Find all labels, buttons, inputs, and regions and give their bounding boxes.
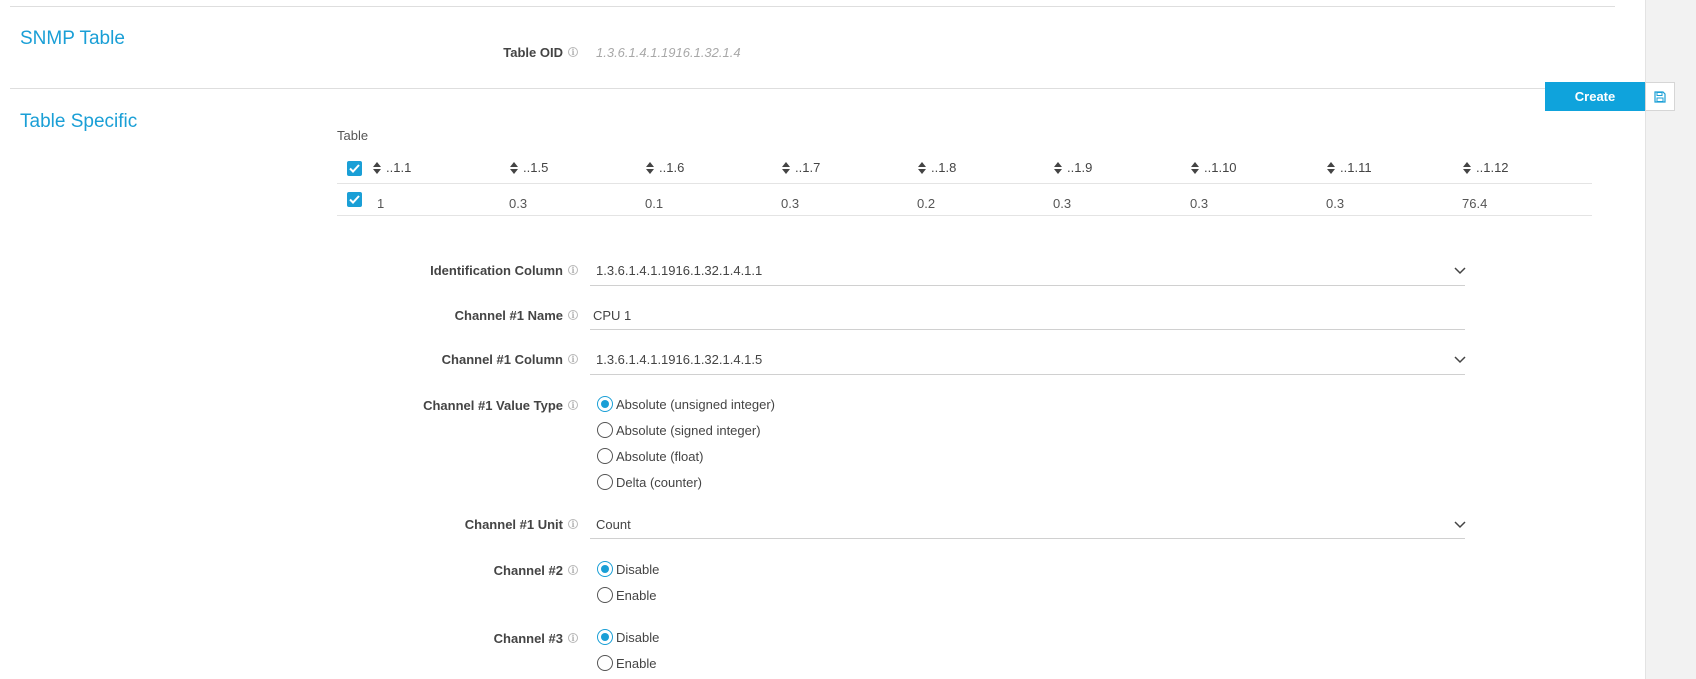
column-header[interactable]: ..1.12	[1462, 160, 1509, 175]
table-cell: 0.3	[781, 196, 800, 211]
column-header-label: ..1.5	[523, 160, 549, 175]
checkmark-icon	[349, 164, 360, 173]
table-cell: 0.2	[917, 196, 936, 211]
chevron-down-icon[interactable]	[1454, 521, 1466, 529]
radio-indicator	[597, 448, 613, 464]
column-header[interactable]: ..1.9	[1053, 160, 1092, 175]
top-divider	[10, 6, 1615, 7]
sort-icon	[510, 162, 518, 174]
info-icon[interactable]: i	[568, 633, 578, 643]
radio-indicator	[597, 655, 613, 671]
column-header[interactable]: ..1.1	[372, 160, 411, 175]
table-cell: 1	[377, 196, 385, 211]
radio-channel2-disable[interactable]: Disable	[597, 561, 659, 577]
sort-icon	[646, 162, 654, 174]
identification-column-label: Identification Column i	[430, 263, 578, 278]
column-header[interactable]: ..1.6	[645, 160, 684, 175]
channel1-unit-label: Channel #1 Unit i	[465, 517, 578, 532]
info-icon[interactable]: i	[568, 354, 578, 364]
row-checkbox[interactable]	[347, 192, 362, 207]
column-header[interactable]: ..1.10	[1190, 160, 1237, 175]
column-header-label: ..1.9	[1067, 160, 1093, 175]
info-icon[interactable]: i	[568, 519, 578, 529]
column-header[interactable]: ..1.11	[1326, 160, 1372, 175]
identification-column-select[interactable]: 1.3.6.1.4.1.1916.1.32.1.4.1.1	[596, 263, 762, 278]
table-oid-label: Table OID i	[503, 45, 578, 60]
channel1-column-label: Channel #1 Column i	[442, 352, 578, 367]
radio-channel2-enable[interactable]: Enable	[597, 587, 656, 603]
column-header-label: ..1.11	[1340, 160, 1372, 175]
column-header-label: ..1.10	[1204, 160, 1237, 175]
channel1-column-underline	[590, 374, 1465, 375]
chevron-down-icon[interactable]	[1454, 356, 1466, 364]
channel2-label: Channel #2 i	[494, 563, 578, 578]
sort-icon	[1191, 162, 1199, 174]
table-cell: 0.1	[645, 196, 664, 211]
info-icon[interactable]: i	[568, 400, 578, 410]
table-caption: Table	[337, 128, 369, 143]
sort-icon	[918, 162, 926, 174]
select-all-checkbox[interactable]	[347, 161, 362, 176]
table-cell: 0.3	[1190, 196, 1209, 211]
table-oid-value: 1.3.6.1.4.1.1916.1.32.1.4	[596, 45, 741, 60]
radio-indicator	[597, 629, 613, 645]
table-cell: 76.4	[1462, 196, 1488, 211]
column-header-label: ..1.6	[659, 160, 685, 175]
channel1-name-underline	[590, 329, 1465, 330]
section-title-snmp-table: SNMP Table	[20, 28, 125, 49]
table-row: 1 0.3 0.1 0.3 0.2 0.3 0.3 0.3 76.4	[337, 184, 1592, 216]
sort-icon	[782, 162, 790, 174]
checkmark-icon	[349, 195, 360, 204]
column-header-label: ..1.7	[795, 160, 821, 175]
channel3-label: Channel #3 i	[494, 631, 578, 646]
info-icon[interactable]: i	[568, 47, 578, 57]
snmp-data-table: ..1.1 ..1.5 ..1.6 ..1.7 ..1.8 ..1.9 ..1.10 ..1.…	[337, 152, 1592, 216]
radio-indicator	[597, 587, 613, 603]
info-icon[interactable]: i	[568, 310, 578, 320]
channel1-unit-select[interactable]: Count	[596, 517, 631, 532]
section-title-table-specific: Table Specific	[20, 111, 138, 132]
table-cell: 0.3	[509, 196, 528, 211]
column-header-label: ..1.1	[386, 160, 412, 175]
radio-channel3-disable[interactable]: Disable	[597, 629, 659, 645]
table-cell: 0.3	[1053, 196, 1072, 211]
sort-icon	[1054, 162, 1062, 174]
table-cell: 0.3	[1326, 196, 1345, 211]
sort-icon	[1327, 162, 1335, 174]
radio-indicator	[597, 396, 613, 412]
radio-delta-counter[interactable]: Delta (counter)	[597, 474, 702, 490]
chevron-down-icon[interactable]	[1454, 267, 1466, 275]
sort-icon	[373, 162, 381, 174]
radio-indicator	[597, 474, 613, 490]
save-button[interactable]	[1645, 82, 1675, 111]
identification-column-underline	[590, 285, 1465, 286]
column-header-label: ..1.8	[931, 160, 957, 175]
radio-channel3-enable[interactable]: Enable	[597, 655, 656, 671]
column-header[interactable]: ..1.8	[917, 160, 956, 175]
sort-icon	[1463, 162, 1471, 174]
channel1-column-select[interactable]: 1.3.6.1.4.1.1916.1.32.1.4.1.5	[596, 352, 762, 367]
column-header[interactable]: ..1.7	[781, 160, 820, 175]
info-icon[interactable]: i	[568, 565, 578, 575]
channel1-value-type-label: Channel #1 Value Type i	[423, 398, 578, 413]
info-icon[interactable]: i	[568, 265, 578, 275]
column-header-label: ..1.12	[1476, 160, 1509, 175]
radio-absolute-float[interactable]: Absolute (float)	[597, 448, 703, 464]
channel1-name-input[interactable]: CPU 1	[593, 308, 631, 323]
radio-indicator	[597, 561, 613, 577]
channel1-unit-underline	[590, 538, 1465, 539]
radio-indicator	[597, 422, 613, 438]
section-divider	[10, 88, 1545, 89]
radio-absolute-unsigned[interactable]: Absolute (unsigned integer)	[597, 396, 775, 412]
channel1-name-label: Channel #1 Name i	[455, 308, 578, 323]
floppy-disk-icon	[1654, 90, 1666, 103]
table-header-row: ..1.1 ..1.5 ..1.6 ..1.7 ..1.8 ..1.9 ..1.10 ..1.…	[337, 152, 1592, 184]
column-header[interactable]: ..1.5	[509, 160, 548, 175]
create-button[interactable]: Create	[1545, 82, 1645, 111]
radio-absolute-signed[interactable]: Absolute (signed integer)	[597, 422, 761, 438]
